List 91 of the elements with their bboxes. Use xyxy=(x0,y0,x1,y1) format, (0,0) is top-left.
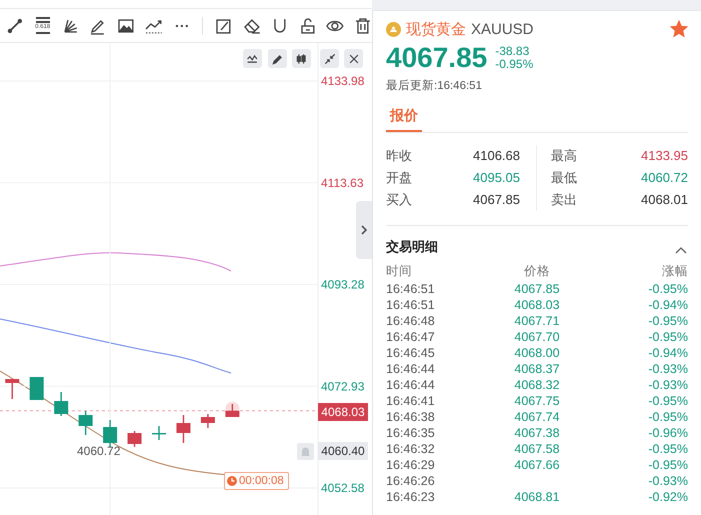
instrument-name: 现货黄金 xyxy=(406,20,466,38)
axis-label: 4093.28 xyxy=(321,278,364,292)
price-change: -38.83 xyxy=(495,45,530,58)
trade-time: 16:46:26 xyxy=(386,473,436,489)
column-header: 涨幅 xyxy=(661,263,688,280)
indicator-button[interactable] xyxy=(243,49,262,68)
price-change-percent: -0.95% xyxy=(495,58,534,71)
stat-value: 4068.01 xyxy=(641,191,688,209)
trade-change: -0.95% xyxy=(647,409,688,425)
trade-change: -0.94% xyxy=(647,345,688,361)
trade-change: -0.95% xyxy=(647,281,688,297)
trade-change: -0.95% xyxy=(647,457,688,473)
coin-icon xyxy=(386,22,401,36)
trade-change: -0.95% xyxy=(647,441,688,457)
collapse-button[interactable] xyxy=(356,201,372,259)
price-tag: 4060.40 xyxy=(318,442,368,460)
trade-time: 16:46:51 xyxy=(386,281,436,297)
column-header: 价格 xyxy=(523,263,551,280)
trade-price: 4068.00 xyxy=(513,345,561,361)
axis-label: 4072.93 xyxy=(321,379,364,394)
trade-price: 4068.32 xyxy=(513,377,561,393)
candles-button[interactable] xyxy=(292,49,311,68)
trade-price: 4067.70 xyxy=(513,329,561,345)
stat-label: 开盘 xyxy=(386,169,412,187)
delete-icon[interactable] xyxy=(354,16,372,34)
close-button[interactable] xyxy=(344,49,363,68)
axis-label: 4113.63 xyxy=(321,176,364,190)
stat-label: 最低 xyxy=(551,169,577,187)
trade-price: 4068.81 xyxy=(513,489,561,505)
edit-note-icon[interactable] xyxy=(215,16,234,34)
trade-time: 16:46:47 xyxy=(386,329,436,345)
axis-label: 4133.98 xyxy=(321,74,364,88)
trade-time: 16:46:38 xyxy=(386,409,436,425)
trade-time: 16:46:32 xyxy=(386,441,436,457)
caret-icon xyxy=(675,246,687,254)
trade-price: 4067.74 xyxy=(513,409,561,425)
image-icon[interactable] xyxy=(117,16,135,34)
trade-time: 16:46:35 xyxy=(386,425,436,441)
trade-time: 16:46:41 xyxy=(386,393,436,409)
low-price-label: 4060.72 xyxy=(77,444,120,458)
trade-time: 16:46:51 xyxy=(386,297,436,313)
trade-time: 16:46:29 xyxy=(386,457,436,473)
trade-price: 4067.58 xyxy=(513,441,561,457)
shrink-icon xyxy=(322,52,336,66)
trade-price: 4067.66 xyxy=(513,457,561,473)
trade-time: 16:46:44 xyxy=(386,377,436,393)
current-price: 4067.85 xyxy=(386,42,488,74)
stat-label: 买入 xyxy=(386,191,412,209)
trade-change: -0.93% xyxy=(647,473,688,489)
axis-label: 4052.58 xyxy=(321,481,364,495)
stat-value: 4106.68 xyxy=(473,147,520,165)
shrink-button[interactable] xyxy=(320,49,339,68)
instrument-symbol: XAUUSD xyxy=(471,20,534,38)
favorite-star-icon[interactable] xyxy=(670,20,688,38)
trade-time: 16:46:48 xyxy=(386,313,436,329)
eraser-icon[interactable] xyxy=(243,16,261,34)
chevron-right-icon xyxy=(360,224,368,236)
trade-time: 16:46:23 xyxy=(386,489,436,505)
trade-change: -0.93% xyxy=(647,377,688,393)
trade-change: -0.94% xyxy=(647,297,688,313)
trade-time: 16:46:45 xyxy=(386,345,436,361)
trade-time: 16:46:44 xyxy=(386,361,436,377)
trade-change: -0.95% xyxy=(647,393,688,409)
stat-value: 4133.95 xyxy=(641,147,688,165)
stat-label: 昨收 xyxy=(386,147,412,165)
last-price-tag: 4068.03 xyxy=(318,403,368,421)
trade-price: 4068.37 xyxy=(513,361,561,377)
column-header: 时间 xyxy=(386,263,413,280)
trade-change: -0.95% xyxy=(647,313,688,329)
stat-label: 卖出 xyxy=(551,191,577,209)
trade-change: -0.95% xyxy=(647,329,688,345)
stat-value: 4067.85 xyxy=(473,191,520,209)
trade-change: -0.93% xyxy=(647,361,688,377)
trade-price: 4067.85 xyxy=(513,281,561,297)
trade-price: 4068.03 xyxy=(513,297,561,313)
clock-icon xyxy=(227,476,237,486)
unlock-icon[interactable] xyxy=(298,16,316,34)
line-tool-icon[interactable] xyxy=(6,16,24,34)
trade-change: -0.92% xyxy=(647,489,688,505)
trade-price: 4067.75 xyxy=(513,393,561,409)
trade-price: 4067.71 xyxy=(513,313,561,329)
section-title: 交易明细 xyxy=(386,238,438,256)
stat-value: 4095.05 xyxy=(473,169,520,187)
trade-price: 4067.38 xyxy=(513,425,561,441)
stat-label: 最高 xyxy=(551,147,577,165)
draw-button[interactable] xyxy=(268,49,287,68)
countdown-text: 00:00:08 xyxy=(239,474,284,489)
last-updated-text: 最后更新:16:46:51 xyxy=(386,78,483,93)
trade-change: -0.96% xyxy=(647,425,688,441)
candles-icon xyxy=(294,52,308,66)
stat-value: 4060.72 xyxy=(641,169,688,187)
